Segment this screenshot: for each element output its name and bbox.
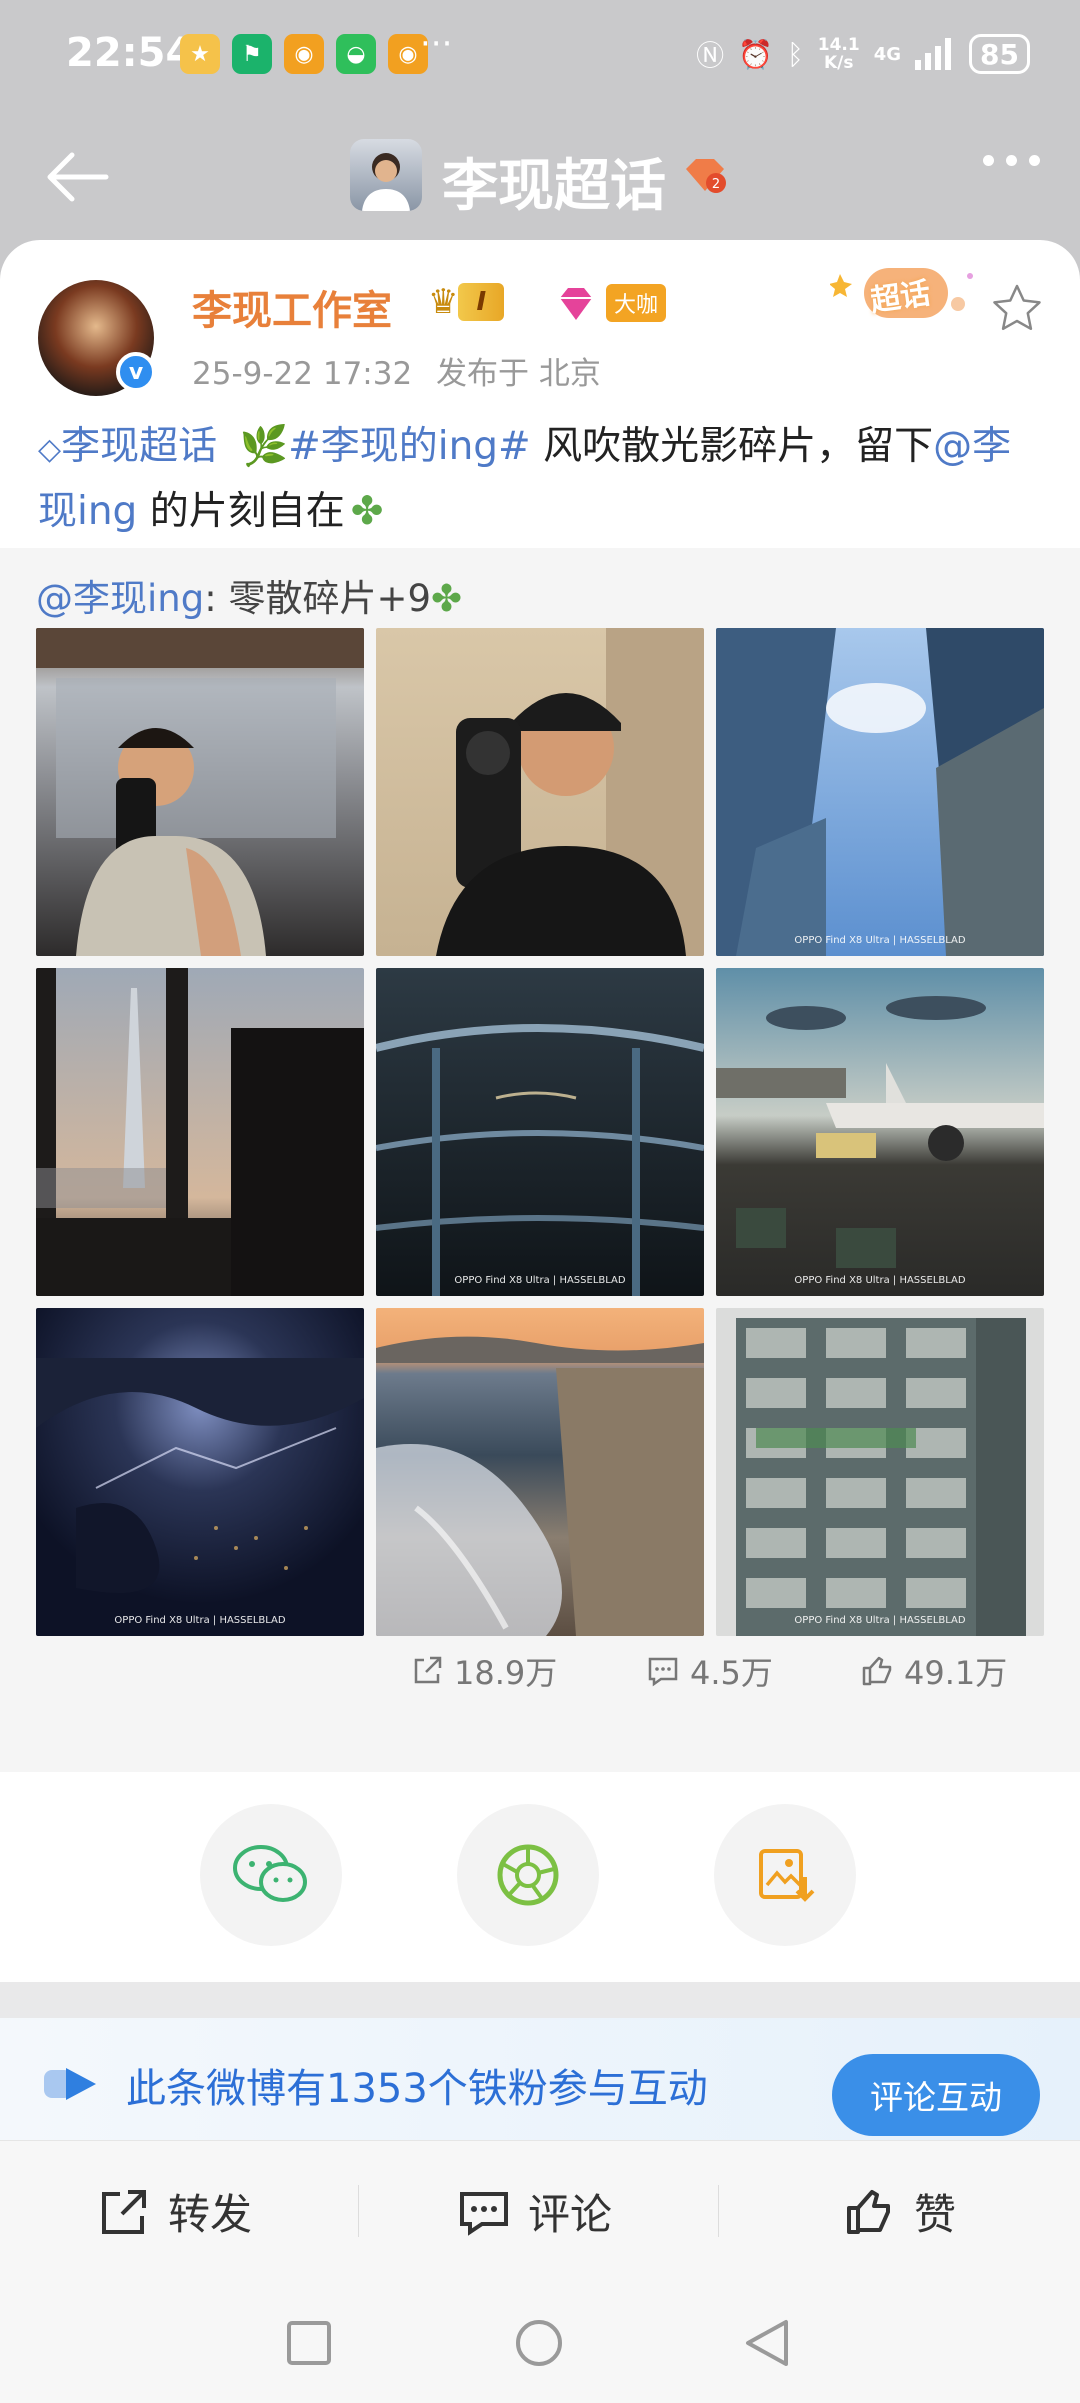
system-nav-bar bbox=[0, 2280, 1080, 2403]
post-text: ◇李现超话 🌿#李现的ing# 风吹散光影碎片，留下@李现ing 的片刻自在 ✤ bbox=[38, 416, 1048, 543]
member-level-badge: ♛ I bbox=[428, 282, 505, 322]
repost-author-link[interactable]: @李现ing bbox=[36, 577, 204, 620]
save-image-icon bbox=[759, 1849, 815, 1902]
game-app-icon: ★ bbox=[180, 34, 220, 74]
net-speed: 14.1 K/s bbox=[817, 35, 860, 73]
repost-icon bbox=[102, 2189, 146, 2234]
weibo-app-icon: ◉ bbox=[284, 34, 324, 74]
promo-text: 此条微博有1353个铁粉参与互动 bbox=[126, 2066, 708, 2112]
moments-icon bbox=[497, 1844, 559, 1906]
super-topic-level-icon: 2 bbox=[686, 159, 726, 193]
wechat-app-icon: ◒ bbox=[336, 34, 376, 74]
repost-text: : 零散碎片+9 bbox=[204, 577, 431, 620]
photo-gym-selfie[interactable] bbox=[36, 628, 364, 956]
photo-airport[interactable]: OPPO Find X8 Ultra | HASSELBLAD bbox=[716, 968, 1044, 1296]
back-icon[interactable] bbox=[742, 2318, 792, 2368]
repost-count[interactable]: 18.9万 bbox=[410, 1648, 557, 1694]
signal-icon bbox=[915, 38, 952, 70]
svg-text:2: 2 bbox=[712, 177, 720, 192]
diamond-icon: ◇ bbox=[38, 432, 62, 467]
photo-watermark: OPPO Find X8 Ultra | HASSELBLAD bbox=[114, 1615, 286, 1626]
member-level: I bbox=[458, 283, 505, 321]
status-bar: 22:54 ★ ⚑ ◉ ◒ ◉ ··· Ⓝ ⏰ ᛒ 14.1 K/s 4G 85 bbox=[0, 0, 1080, 115]
photo-beach-sunset[interactable] bbox=[376, 1308, 704, 1636]
photo-grid: OPPO Find X8 Ultra | HASSELBLAD OPPO Fin… bbox=[36, 628, 1044, 1636]
favorite-star-icon[interactable] bbox=[990, 282, 1044, 336]
back-arrow-icon[interactable] bbox=[42, 147, 112, 207]
thumbs-up-icon bbox=[862, 1656, 892, 1686]
super-topic-tag[interactable]: 超话 bbox=[829, 260, 980, 330]
more-options-icon[interactable] bbox=[983, 155, 1040, 166]
photo-skyscrapers[interactable]: OPPO Find X8 Ultra | HASSELBLAD bbox=[716, 628, 1044, 956]
photo-apartment[interactable]: OPPO Find X8 Ultra | HASSELBLAD bbox=[716, 1308, 1044, 1636]
fan-interaction-banner[interactable]: 此条微博有1353个铁粉参与互动 评论互动 bbox=[0, 2018, 1080, 2140]
photo-sea-railing[interactable]: OPPO Find X8 Ultra | HASSELBLAD bbox=[376, 968, 704, 1296]
home-icon[interactable] bbox=[514, 2318, 564, 2368]
battery-indicator: 85 bbox=[969, 34, 1030, 74]
post-body-2: 的片刻自在 bbox=[137, 489, 345, 534]
comment-interact-button[interactable]: 评论互动 bbox=[832, 2054, 1040, 2136]
share-row bbox=[0, 1772, 1080, 1982]
author-name[interactable]: 李现工作室 bbox=[192, 278, 392, 336]
photo-storm-night[interactable]: OPPO Find X8 Ultra | HASSELBLAD bbox=[36, 1308, 364, 1636]
photo-watermark: OPPO Find X8 Ultra | HASSELBLAD bbox=[794, 1275, 966, 1286]
fan-badge-icon bbox=[560, 288, 592, 320]
status-indicators: Ⓝ ⏰ ᛒ 14.1 K/s 4G 85 bbox=[696, 34, 1030, 74]
super-topic-label: 超话 bbox=[868, 275, 933, 319]
photo-canton-tower[interactable] bbox=[36, 968, 364, 1296]
comment-count[interactable]: 4.5万 bbox=[646, 1648, 773, 1694]
thumbs-up-icon bbox=[847, 2189, 890, 2234]
moments-share-button[interactable] bbox=[457, 1804, 599, 1946]
post-time: 25-9-22 17:32 bbox=[192, 356, 413, 392]
wechat-icon bbox=[233, 1845, 307, 1902]
photo-watermark: OPPO Find X8 Ultra | HASSELBLAD bbox=[794, 1615, 966, 1626]
repost-block[interactable]: @李现ing: 零散碎片+9✤ OPPO Find X8 Ultra | HAS… bbox=[0, 548, 1080, 1772]
sports-app-icon: ⚑ bbox=[232, 34, 272, 74]
verified-icon: v bbox=[116, 352, 156, 392]
like-count[interactable]: 49.1万 bbox=[860, 1648, 1007, 1694]
leaf-icon: 🌿 bbox=[239, 424, 289, 469]
like-action[interactable]: 赞 bbox=[844, 2181, 956, 2242]
crown-icon: ♛ bbox=[428, 282, 459, 322]
status-time: 22:54 bbox=[66, 30, 194, 76]
action-bar: 转发 评论 赞 bbox=[0, 2140, 1080, 2280]
hashtag-link[interactable]: #李现的ing# bbox=[288, 424, 531, 469]
top-nav: 李现超话 2 bbox=[0, 115, 1080, 240]
wechat-share-button[interactable] bbox=[200, 1804, 342, 1946]
status-app-icons: ★ ⚑ ◉ ◒ ◉ bbox=[180, 34, 428, 74]
divider bbox=[358, 2185, 359, 2237]
photo-cap-selfie[interactable] bbox=[376, 628, 704, 956]
photo-watermark: OPPO Find X8 Ultra | HASSELBLAD bbox=[794, 935, 966, 946]
page-title: 李现超话 bbox=[442, 154, 666, 219]
share-icon bbox=[414, 1656, 442, 1684]
repost-action[interactable]: 转发 bbox=[98, 2181, 252, 2242]
post-card: v 李现工作室 ♛ I 大咖 25-9-22 17:32 发布于 北京 超话 ◇… bbox=[0, 240, 1080, 1772]
save-image-button[interactable] bbox=[714, 1804, 856, 1946]
section-divider bbox=[0, 1982, 1080, 2018]
nfc-icon: Ⓝ bbox=[696, 39, 725, 72]
super-topic-avatar[interactable] bbox=[350, 139, 422, 211]
bluetooth-icon: ᛒ bbox=[786, 37, 804, 71]
puzzle-icon: ✤ bbox=[350, 489, 384, 534]
photo-watermark: OPPO Find X8 Ultra | HASSELBLAD bbox=[454, 1275, 626, 1286]
puzzle-icon: ✤ bbox=[431, 577, 463, 620]
comment-icon bbox=[460, 2191, 508, 2236]
big-v-badge: 大咖 bbox=[606, 284, 667, 322]
topic-link[interactable]: ◇李现超话 bbox=[38, 424, 217, 469]
post-body-1: 风吹散光影碎片，留下 bbox=[530, 424, 934, 469]
comment-action[interactable]: 评论 bbox=[458, 2181, 612, 2242]
alarm-off-icon: ⏰ bbox=[738, 37, 773, 71]
comment-icon bbox=[648, 1657, 678, 1687]
divider bbox=[718, 2185, 719, 2237]
recent-apps-icon[interactable] bbox=[286, 2320, 332, 2366]
double-arrow-icon bbox=[44, 2068, 96, 2100]
network-type: 4G bbox=[873, 43, 902, 65]
post-location: 发布于 北京 bbox=[436, 356, 601, 392]
repost-header: @李现ing: 零散碎片+9✤ bbox=[36, 568, 462, 622]
post-meta: 25-9-22 17:32 发布于 北京 bbox=[192, 348, 601, 393]
status-more: ··· bbox=[420, 24, 453, 64]
